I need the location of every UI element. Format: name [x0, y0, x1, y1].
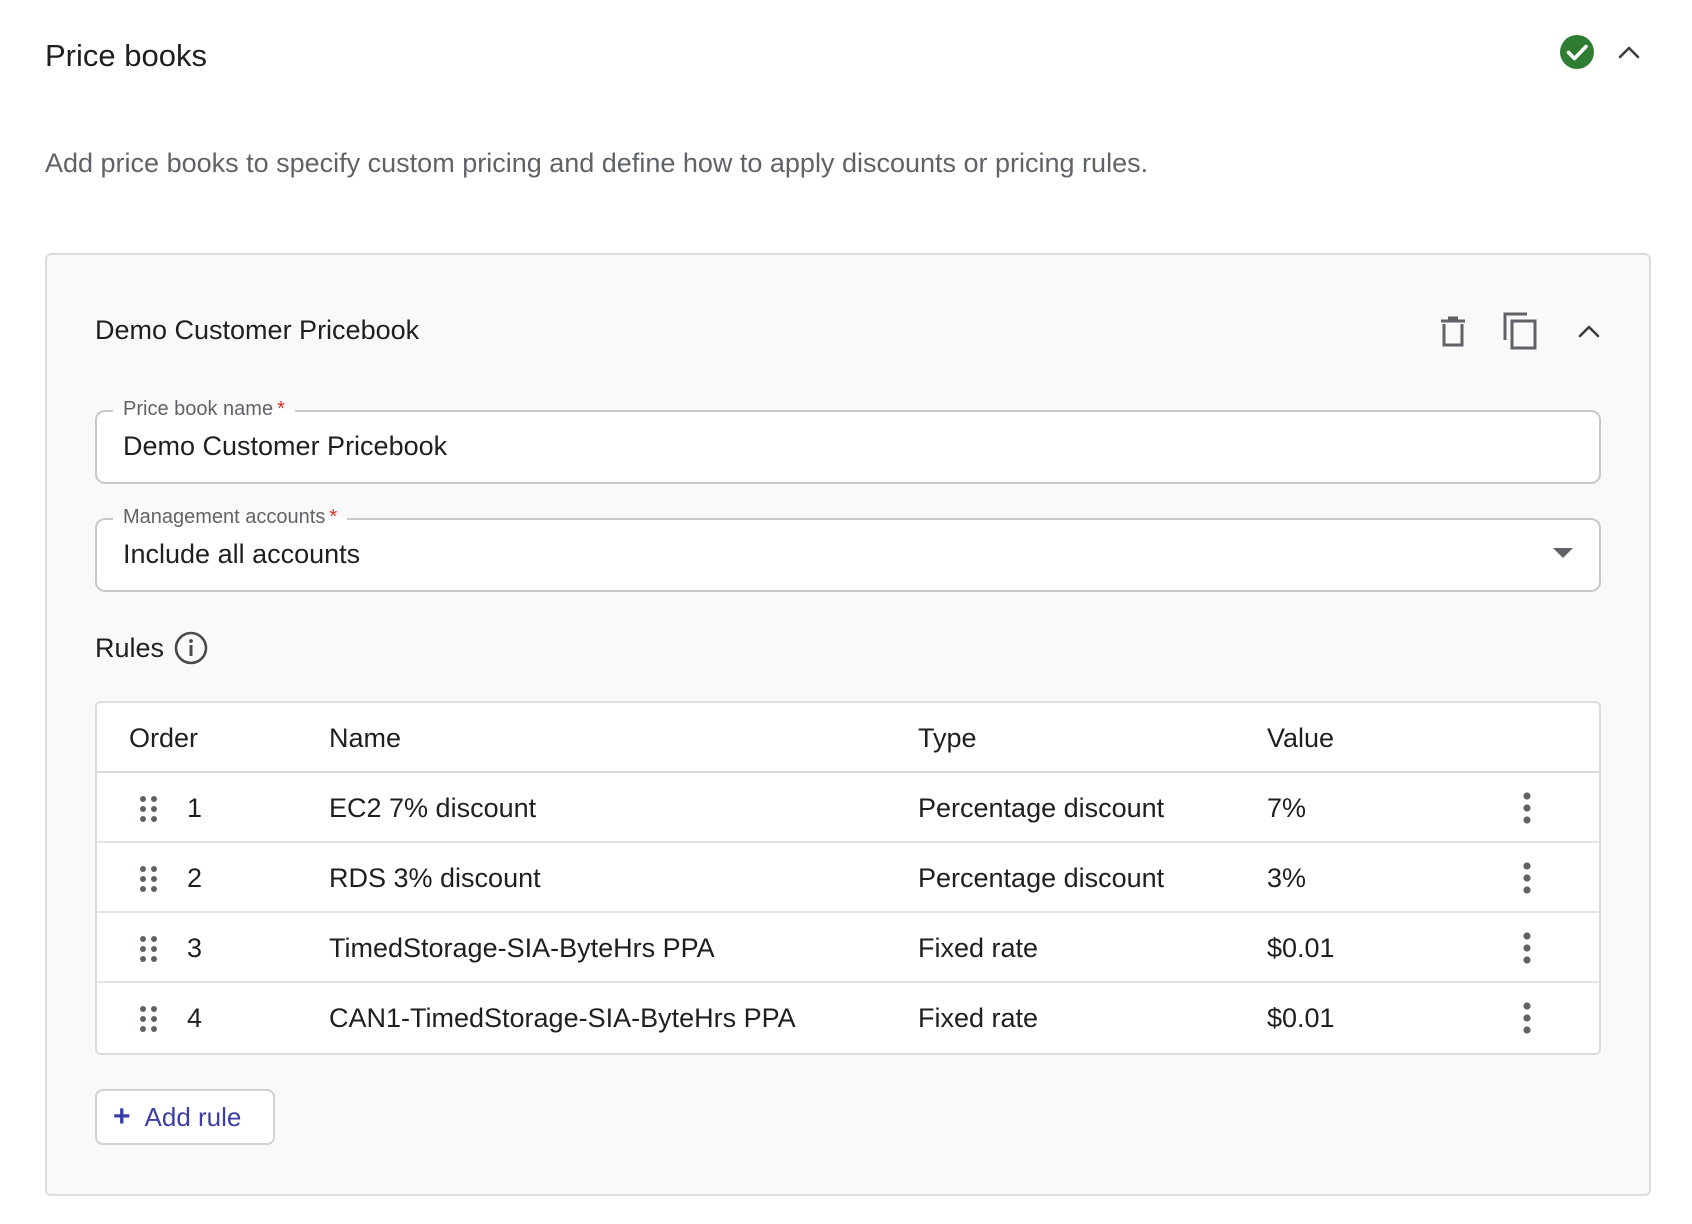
rule-value: 3%	[1267, 863, 1307, 893]
rule-type: Percentage discount	[918, 863, 1165, 893]
section-header: Price books	[45, 30, 1692, 80]
rule-name: CAN1-TimedStorage-SIA-ByteHrs PPA	[329, 1003, 796, 1033]
rule-order: 2	[187, 863, 203, 893]
column-header-name[interactable]: Name	[329, 723, 401, 754]
drag-handle-icon[interactable]	[139, 865, 159, 893]
rule-value: $0.01	[1267, 933, 1335, 963]
rule-value: 7%	[1267, 793, 1307, 823]
rule-type: Percentage discount	[918, 793, 1165, 823]
more-vert-icon[interactable]	[1515, 930, 1539, 966]
info-icon[interactable]	[174, 631, 208, 665]
pricebook-name-field[interactable]: Price book name * Demo Customer Pricebook	[95, 395, 1601, 484]
more-vert-icon[interactable]	[1515, 860, 1539, 896]
drag-handle-icon[interactable]	[139, 795, 159, 823]
add-rule-button[interactable]: + Add rule	[95, 1089, 275, 1145]
management-accounts-value: Include all accounts	[123, 539, 361, 569]
column-header-value[interactable]: Value	[1267, 723, 1334, 754]
column-header-order[interactable]: Order	[129, 723, 198, 754]
pricebook-name-label-text: Price book name	[123, 398, 274, 420]
table-row[interactable]: 1 EC2 7% discount Percentage discount 7%	[97, 773, 1599, 843]
card-collapse-chevron-up-icon[interactable]	[1569, 311, 1609, 351]
rule-name: RDS 3% discount	[329, 863, 541, 893]
drag-handle-icon[interactable]	[139, 935, 159, 963]
management-accounts-label-text: Management accounts	[123, 506, 326, 528]
column-header-type[interactable]: Type	[918, 723, 977, 754]
table-row[interactable]: 2 RDS 3% discount Percentage discount 3%	[97, 843, 1599, 913]
rule-order: 4	[187, 1003, 203, 1033]
dropdown-arrow-icon[interactable]	[1553, 548, 1573, 558]
rules-label: Rules	[95, 632, 165, 663]
section-title: Price books	[45, 38, 207, 73]
rules-header: Rules	[95, 628, 208, 668]
table-row[interactable]: 4 CAN1-TimedStorage-SIA-ByteHrs PPA Fixe…	[97, 983, 1599, 1053]
rule-order: 1	[187, 793, 203, 823]
section-description: Add price books to specify custom pricin…	[45, 148, 1149, 178]
pricebook-name-label: Price book name *	[113, 395, 295, 423]
rules-table: Order Name Type Value 1 EC2 7% discount …	[95, 701, 1601, 1055]
table-row[interactable]: 3 TimedStorage-SIA-ByteHrs PPA Fixed rat…	[97, 913, 1599, 983]
pricebook-name-input[interactable]: Demo Customer Pricebook	[123, 431, 447, 462]
rule-type: Fixed rate	[918, 933, 1039, 963]
table-header-row: Order Name Type Value	[97, 703, 1599, 773]
pricebook-title: Demo Customer Pricebook	[95, 315, 420, 345]
drag-handle-icon[interactable]	[139, 1005, 159, 1033]
required-mark: *	[329, 506, 338, 528]
rule-type: Fixed rate	[918, 1003, 1039, 1033]
plus-icon: +	[113, 1100, 131, 1133]
rule-value: $0.01	[1267, 1003, 1335, 1033]
copy-icon[interactable]	[1500, 311, 1540, 351]
rule-order: 3	[187, 933, 203, 963]
rule-name: TimedStorage-SIA-ByteHrs PPA	[329, 933, 715, 963]
rule-name: EC2 7% discount	[329, 793, 537, 823]
required-mark: *	[277, 398, 285, 420]
section-collapse-chevron-up-icon[interactable]	[1613, 36, 1645, 68]
add-rule-label: Add rule	[144, 1101, 242, 1132]
delete-icon[interactable]	[1433, 311, 1473, 351]
management-accounts-select[interactable]: Management accounts * Include all account…	[95, 503, 1601, 592]
management-accounts-label: Management accounts *	[113, 503, 348, 531]
more-vert-icon[interactable]	[1515, 1000, 1539, 1036]
check-circle-icon	[1559, 34, 1595, 70]
more-vert-icon[interactable]	[1515, 790, 1539, 826]
price-books-page: Price books Add price books to specify c…	[0, 0, 1692, 1224]
